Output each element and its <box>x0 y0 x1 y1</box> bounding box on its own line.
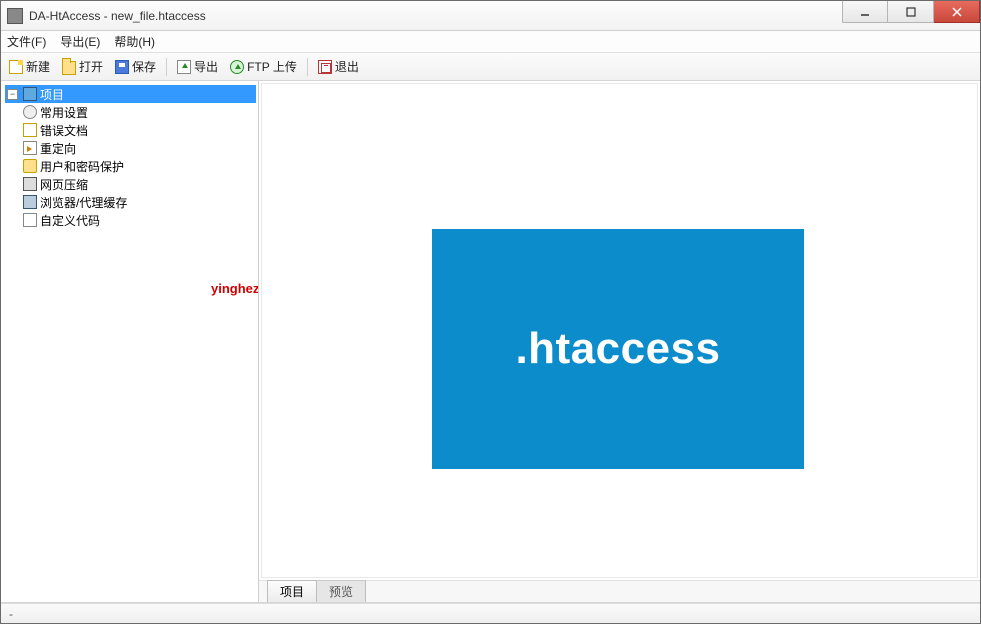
maximize-icon <box>906 7 916 17</box>
project-icon <box>23 87 37 101</box>
new-file-icon <box>9 60 23 74</box>
redirect-icon <box>23 141 37 155</box>
tree-item-label: 浏览器/代理缓存 <box>40 194 127 211</box>
tree-item-general[interactable]: 常用设置 <box>21 103 256 121</box>
toolbar-separator <box>307 58 308 76</box>
tb-export-label: 导出 <box>194 58 218 75</box>
tb-export[interactable]: 导出 <box>173 56 222 77</box>
tb-ftp-label: FTP 上传 <box>247 58 297 75</box>
menu-help[interactable]: 帮助(H) <box>114 33 155 50</box>
logo-text: .htaccess <box>515 324 720 374</box>
tree-root-label: 项目 <box>40 86 64 103</box>
tb-exit[interactable]: 退出 <box>314 56 363 77</box>
toolbar: 新建 打开 保存 导出 FTP 上传 退出 <box>1 53 980 81</box>
menu-file[interactable]: 文件(F) <box>7 33 46 50</box>
tree-item-auth[interactable]: 用户和密码保护 <box>21 157 256 175</box>
ftp-upload-icon <box>230 60 244 74</box>
tb-new-label: 新建 <box>26 58 50 75</box>
compress-icon <box>23 177 37 191</box>
tree-item-cache[interactable]: 浏览器/代理缓存 <box>21 193 256 211</box>
tree-item-label: 用户和密码保护 <box>40 158 124 175</box>
tree-item-label: 网页压缩 <box>40 176 88 193</box>
exit-icon <box>318 60 332 74</box>
bottom-tabs: 项目 预览 <box>259 580 980 602</box>
tb-save-label: 保存 <box>132 58 156 75</box>
collapse-icon[interactable]: − <box>7 89 18 100</box>
tb-save[interactable]: 保存 <box>111 56 160 77</box>
tree-root[interactable]: − 项目 <box>5 85 256 103</box>
tab-project[interactable]: 项目 <box>267 580 317 602</box>
tree-item-label: 常用设置 <box>40 104 88 121</box>
menu-export[interactable]: 导出(E) <box>60 33 100 50</box>
minimize-icon <box>860 7 870 17</box>
menubar: 文件(F) 导出(E) 帮助(H) <box>1 31 980 53</box>
close-icon <box>952 7 962 17</box>
app-window: DA-HtAccess - new_file.htaccess 文件(F) 导出… <box>0 0 981 624</box>
tree-item-label: 重定向 <box>40 140 76 157</box>
gear-icon <box>23 105 37 119</box>
tb-open[interactable]: 打开 <box>58 56 107 77</box>
tb-new[interactable]: 新建 <box>5 56 54 77</box>
maximize-button[interactable] <box>888 1 934 23</box>
open-folder-icon <box>62 61 76 75</box>
watermark: yinghezhan.com <box>211 281 259 296</box>
tb-open-label: 打开 <box>79 58 103 75</box>
tb-ftp[interactable]: FTP 上传 <box>226 56 301 77</box>
document-icon <box>23 123 37 137</box>
window-buttons <box>842 1 980 30</box>
content-area: .htaccess 项目 预览 <box>259 81 980 602</box>
window-title: DA-HtAccess - new_file.htaccess <box>29 9 842 23</box>
app-icon <box>7 8 23 24</box>
tb-exit-label: 退出 <box>335 58 359 75</box>
export-icon <box>177 60 191 74</box>
toolbar-separator <box>166 58 167 76</box>
statusbar: - <box>1 603 980 623</box>
close-button[interactable] <box>934 1 980 23</box>
tree-item-errordocs[interactable]: 错误文档 <box>21 121 256 139</box>
tree-item-redirect[interactable]: 重定向 <box>21 139 256 157</box>
sidebar: − 项目 常用设置 错误文档 重定向 用户和密码保护 网页压缩 浏览器/代理缓存… <box>1 81 259 602</box>
cache-icon <box>23 195 37 209</box>
canvas: .htaccess <box>261 83 978 578</box>
body: − 项目 常用设置 错误文档 重定向 用户和密码保护 网页压缩 浏览器/代理缓存… <box>1 81 980 603</box>
code-icon <box>23 213 37 227</box>
tree-item-compress[interactable]: 网页压缩 <box>21 175 256 193</box>
status-text: - <box>9 607 13 621</box>
tree-item-label: 错误文档 <box>40 122 88 139</box>
tree: − 项目 常用设置 错误文档 重定向 用户和密码保护 网页压缩 浏览器/代理缓存… <box>3 85 256 229</box>
save-icon <box>115 60 129 74</box>
minimize-button[interactable] <box>842 1 888 23</box>
tree-item-label: 自定义代码 <box>40 212 100 229</box>
titlebar: DA-HtAccess - new_file.htaccess <box>1 1 980 31</box>
tab-preview[interactable]: 预览 <box>316 580 366 602</box>
tree-item-custom[interactable]: 自定义代码 <box>21 211 256 229</box>
logo-block: .htaccess <box>432 229 804 469</box>
lock-icon <box>23 159 37 173</box>
